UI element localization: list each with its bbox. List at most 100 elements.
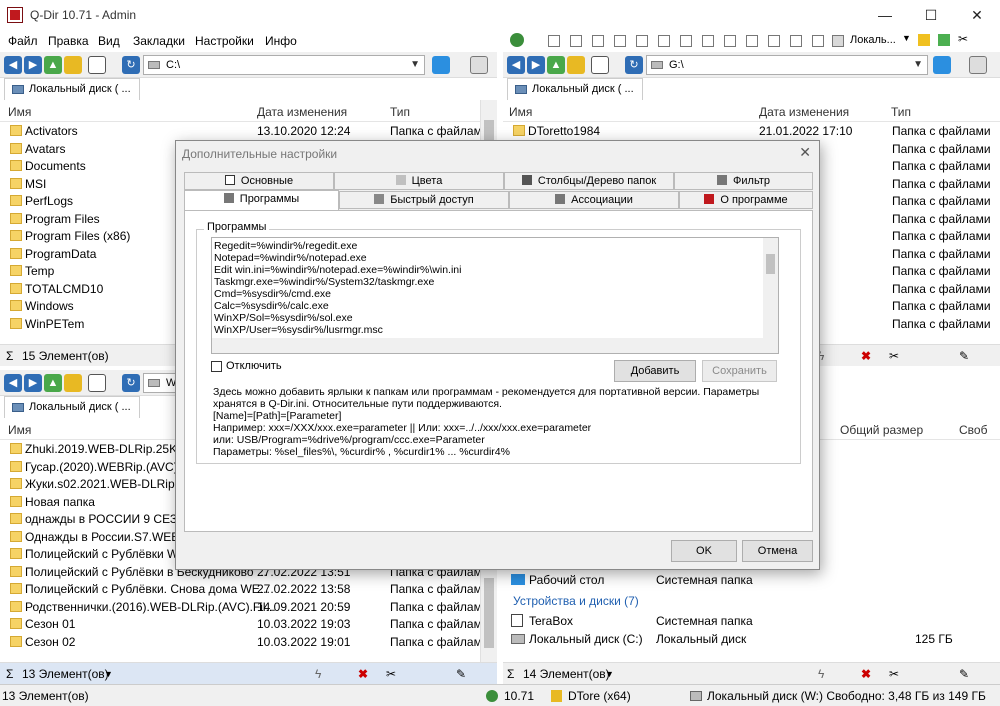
group-header[interactable]: Устройства и диски (7) [513, 594, 639, 608]
save-button[interactable]: Сохранить [702, 360, 777, 382]
table-row[interactable]: Сезон 02 10.03.2022 19:01 Папка с файлами [0, 633, 480, 651]
cancel-button[interactable]: Отмена [742, 540, 813, 562]
tab-associations[interactable]: Ассоциации [509, 191, 679, 209]
grid-view-icon[interactable] [592, 35, 604, 47]
grid-view-icon[interactable] [614, 35, 626, 47]
new-folder-icon[interactable] [64, 374, 82, 392]
view-mode-icon[interactable] [591, 56, 609, 74]
pen-icon[interactable]: ✎ [959, 349, 969, 363]
display-icon[interactable] [432, 56, 450, 74]
scissors-icon[interactable]: ✂ [889, 349, 899, 363]
disable-checkbox[interactable] [211, 361, 222, 372]
grid-view-icon[interactable] [768, 35, 780, 47]
column-date[interactable]: Дата изменения [759, 105, 849, 119]
maximize-button[interactable]: ☐ [908, 0, 954, 30]
panel-menu-icon[interactable] [969, 56, 987, 74]
scissors-icon[interactable]: ✂ [958, 32, 968, 46]
column-type[interactable]: Тип [390, 105, 410, 119]
table-row[interactable]: Activators 13.10.2020 12:24 Папка с файлам… [0, 122, 480, 140]
table-row[interactable]: Сезон 01 10.03.2022 19:03 Папка с файлами [0, 615, 480, 633]
drive-icon[interactable] [832, 35, 844, 47]
back-icon[interactable]: ◀ [4, 374, 22, 392]
menu-edit[interactable]: Правка [48, 34, 89, 48]
tab-colors[interactable]: Цвета [334, 172, 504, 190]
lightning-icon[interactable]: ϟ [818, 667, 824, 681]
tab-filter[interactable]: Фильтр [674, 172, 813, 190]
list-item[interactable]: TeraBox [529, 614, 573, 628]
grid-view-icon[interactable] [658, 35, 670, 47]
refresh-icon[interactable]: ↻ [122, 374, 140, 392]
back-icon[interactable]: ◀ [4, 56, 22, 74]
scissors-icon[interactable]: ✂ [386, 667, 396, 681]
refresh-icon[interactable]: ↻ [625, 56, 643, 74]
close-button[interactable]: ✕ [954, 0, 1000, 30]
back-icon[interactable]: ◀ [507, 56, 525, 74]
pen-icon[interactable]: ✎ [959, 667, 969, 681]
panel-menu-icon[interactable] [470, 56, 488, 74]
table-row[interactable]: Полицейский с Рублёвки. Снова дома WE...… [0, 580, 480, 598]
scissors-icon[interactable]: ✂ [889, 667, 899, 681]
column-free[interactable]: Своб [959, 423, 987, 437]
view-mode-icon[interactable] [88, 56, 106, 74]
grid-view-icon[interactable] [746, 35, 758, 47]
horizontal-scrollbar[interactable] [212, 338, 778, 353]
path-input[interactable]: C:\ ▼ [143, 55, 425, 75]
list-item[interactable]: Локальный диск (C:) [529, 632, 643, 646]
grid-view-icon[interactable] [548, 35, 560, 47]
grid-view-icon[interactable] [790, 35, 802, 47]
delete-icon[interactable]: ✖ [861, 667, 871, 681]
tab-local-disk[interactable]: Локальный диск ( ... [507, 78, 643, 100]
column-date[interactable]: Дата изменения [257, 105, 347, 119]
grid-view-icon[interactable] [570, 35, 582, 47]
view-mode-icon[interactable] [88, 374, 106, 392]
star-icon[interactable] [918, 34, 930, 46]
tab-local-disk[interactable]: Локальный диск ( ... [4, 78, 140, 100]
tab-general[interactable]: Основные [184, 172, 334, 190]
grid-view-icon[interactable] [636, 35, 648, 47]
chevron-down-icon[interactable]: ▼ [410, 56, 420, 74]
pen-icon[interactable]: ✎ [456, 667, 466, 681]
globe-icon[interactable] [510, 33, 524, 47]
puzzle-icon[interactable] [938, 34, 950, 46]
menu-file[interactable]: Файл [8, 34, 38, 48]
lightning-icon[interactable]: ϟ [315, 667, 321, 681]
refresh-icon[interactable]: ↻ [122, 56, 140, 74]
tab-quick-access[interactable]: Быстрый доступ [339, 191, 509, 209]
chevron-down-icon[interactable]: ▼ [605, 669, 614, 679]
column-name[interactable]: Имя [8, 423, 31, 437]
minimize-button[interactable]: — [862, 0, 908, 30]
forward-icon[interactable]: ▶ [24, 374, 42, 392]
up-icon[interactable]: ▲ [547, 56, 565, 74]
path-input[interactable]: G:\ ▼ [646, 55, 928, 75]
column-name[interactable]: Имя [8, 105, 31, 119]
delete-icon[interactable]: ✖ [358, 667, 368, 681]
up-icon[interactable]: ▲ [44, 56, 62, 74]
menu-bookmarks[interactable]: Закладки [133, 34, 185, 48]
tab-columns[interactable]: Столбцы/Дерево папок [504, 172, 674, 190]
up-icon[interactable]: ▲ [44, 374, 62, 392]
column-type[interactable]: Тип [891, 105, 911, 119]
menu-view[interactable]: Вид [98, 34, 120, 48]
grid-view-icon[interactable] [702, 35, 714, 47]
chevron-down-icon[interactable]: ▼ [902, 33, 911, 43]
forward-icon[interactable]: ▶ [527, 56, 545, 74]
chevron-down-icon[interactable]: ▼ [104, 669, 113, 679]
forward-icon[interactable]: ▶ [24, 56, 42, 74]
close-icon[interactable]: ✕ [799, 144, 811, 161]
menu-info[interactable]: Инфо [265, 34, 297, 48]
new-folder-icon[interactable] [64, 56, 82, 74]
programs-textarea[interactable]: Regedit=%windir%/regedit.exe Notepad=%wi… [211, 237, 779, 354]
list-item[interactable]: Рабочий стол [529, 573, 604, 587]
ok-button[interactable]: OK [671, 540, 737, 562]
new-folder-icon[interactable] [567, 56, 585, 74]
location-dropdown[interactable]: Локаль... [850, 34, 896, 46]
vertical-scrollbar[interactable] [763, 238, 778, 338]
table-row[interactable]: DToretto1984 21.01.2022 17:10 Папка с файл… [503, 122, 1000, 140]
add-button[interactable]: Добавить [614, 360, 696, 382]
grid-view-icon[interactable] [812, 35, 824, 47]
delete-icon[interactable]: ✖ [861, 349, 871, 363]
column-name[interactable]: Имя [509, 105, 532, 119]
tab-programs[interactable]: Программы [184, 190, 339, 211]
grid-view-icon[interactable] [724, 35, 736, 47]
display-icon[interactable] [933, 56, 951, 74]
